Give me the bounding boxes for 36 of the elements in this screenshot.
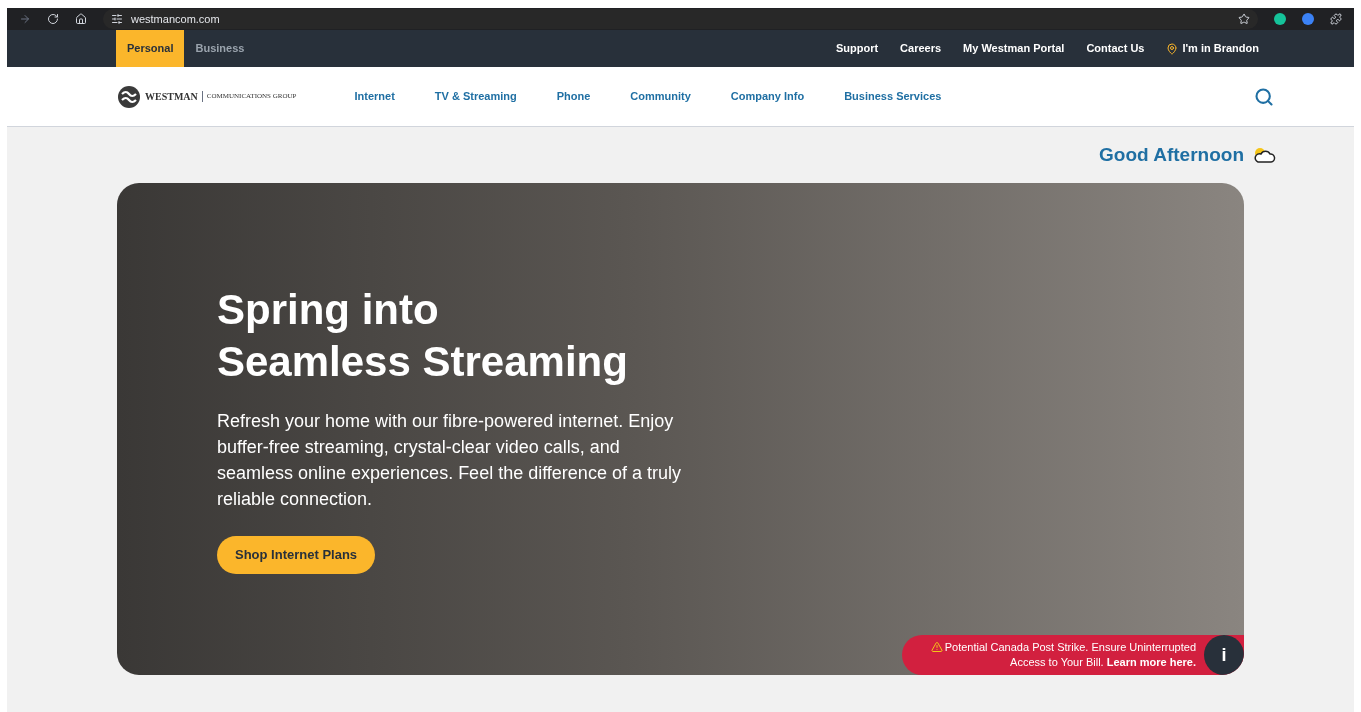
shop-plans-button[interactable]: Shop Internet Plans [217, 536, 376, 574]
reload-icon[interactable] [47, 13, 59, 25]
warning-icon [930, 641, 943, 653]
bookmark-star-icon[interactable] [1238, 13, 1250, 25]
location-link[interactable]: I'm in Brandon [1166, 40, 1259, 57]
top-link[interactable]: Support [835, 40, 879, 57]
hero-title-line: Spring into [217, 285, 440, 336]
site-settings-icon[interactable] [111, 13, 123, 25]
segment-tab[interactable]: Personal [116, 30, 185, 67]
learn-more-link[interactable]: Learn more here. [1106, 656, 1196, 668]
extension-icon[interactable] [1302, 13, 1314, 25]
top-link[interactable]: Careers [900, 40, 942, 57]
greeting: Good Afternoon [1099, 142, 1244, 167]
address-bar[interactable]: westmancom.com [103, 9, 1258, 29]
nav-link[interactable]: Company Info [730, 88, 805, 105]
nav-link[interactable]: Internet [354, 88, 395, 105]
map-pin-icon [1166, 42, 1179, 55]
nav-link[interactable]: Phone [556, 88, 591, 105]
home-icon[interactable] [75, 13, 87, 25]
search-icon[interactable] [1254, 86, 1274, 107]
hero-description: Refresh your home with our fibre-powered internet. Enjoy buffer-free streaming, crystal-clear video calls, and seamless online experiences. Feel the difference of a truly reliable connection. [217, 410, 682, 512]
top-link[interactable]: My Westman Portal [963, 40, 1065, 57]
segment-tab[interactable]: Business [184, 30, 256, 67]
url-text: westmancom.com [131, 11, 220, 27]
extension-icon[interactable] [1274, 13, 1286, 25]
cloud-sun-icon [1252, 146, 1276, 164]
alert-message: Potential Canada Post Strike. Ensure Uninterrupted Access to Your Bill. Learn more here. [902, 640, 1204, 670]
info-button[interactable]: i [1204, 635, 1244, 675]
nav-link[interactable]: Community [630, 88, 691, 105]
hero-title-line: Seamless Streaming [217, 337, 629, 388]
logo-icon [117, 84, 141, 109]
nav-link[interactable]: TV & Streaming [434, 88, 517, 105]
extensions-puzzle-icon[interactable] [1330, 13, 1342, 25]
nav-link[interactable]: Business Services [844, 88, 942, 105]
top-link[interactable]: Contact Us [1086, 40, 1145, 57]
logo-name: WESTMAN [145, 90, 198, 104]
